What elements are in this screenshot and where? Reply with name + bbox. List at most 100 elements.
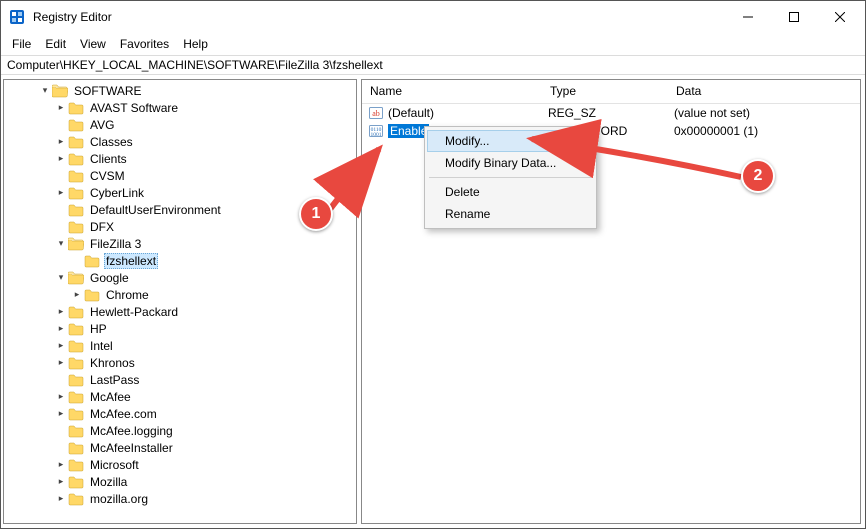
tree-item[interactable]: ▸ McAfee — [52, 388, 356, 405]
tree-item[interactable]: ▸AVAST Software — [52, 99, 356, 116]
tree-item-filezilla3[interactable]: ▾ FileZilla 3 — [52, 235, 356, 252]
tree-label: AVG — [88, 118, 116, 132]
tree-label: HP — [88, 322, 109, 336]
chevron-right-icon[interactable]: ▸ — [54, 135, 68, 149]
tree-label: DFX — [88, 220, 116, 234]
chevron-down-icon[interactable]: ▾ — [54, 271, 68, 285]
tree-item[interactable]: ▸ CyberLink — [52, 184, 356, 201]
menu-file[interactable]: File — [5, 35, 38, 53]
folder-open-icon — [68, 271, 84, 285]
chevron-down-icon[interactable]: ▾ — [38, 84, 52, 98]
context-menu-modify-binary[interactable]: Modify Binary Data... — [427, 152, 594, 174]
menu-help[interactable]: Help — [176, 35, 215, 53]
chevron-right-icon[interactable]: ▸ — [54, 475, 68, 489]
window-title: Registry Editor — [33, 10, 112, 24]
tree-label: FileZilla 3 — [88, 237, 143, 251]
folder-icon — [68, 356, 84, 370]
chevron-right-icon[interactable]: ▸ — [70, 288, 84, 302]
tree-label: McAfee.com — [88, 407, 159, 421]
menu-favorites[interactable]: Favorites — [113, 35, 176, 53]
chevron-right-icon[interactable]: ▸ — [54, 492, 68, 506]
chevron-right-icon[interactable]: ▸ — [54, 339, 68, 353]
tree-label: LastPass — [88, 373, 141, 387]
tree-item[interactable]: ▸Classes — [52, 133, 356, 150]
main-area: ▾ SOFTWARE ▸AVAST Software▸AVG▸Classes▸C… — [1, 75, 865, 528]
menubar: File Edit View Favorites Help — [1, 33, 865, 55]
chevron-right-icon[interactable]: ▸ — [54, 101, 68, 115]
value-name-label: (Default) — [388, 106, 434, 120]
maximize-button[interactable] — [771, 2, 817, 32]
svg-text:ab: ab — [372, 109, 380, 118]
context-menu-rename[interactable]: Rename — [427, 203, 594, 225]
app-icon — [9, 9, 25, 25]
tree-item[interactable]: ▸AVG — [52, 116, 356, 133]
tree-label-selected: fzshellext — [104, 253, 158, 269]
tree-label: Microsoft — [88, 458, 141, 472]
folder-icon — [84, 254, 100, 268]
chevron-right-icon[interactable]: ▸ — [54, 152, 68, 166]
reg-string-icon: ab — [368, 105, 384, 121]
close-button[interactable] — [817, 2, 863, 32]
tree-item[interactable]: ▸ McAfee.com — [52, 405, 356, 422]
tree-item[interactable]: ▸ Microsoft — [52, 456, 356, 473]
tree-item[interactable]: ▸ HP — [52, 320, 356, 337]
chevron-right-icon[interactable]: ▸ — [54, 322, 68, 336]
tree-item[interactable]: ▸ Intel — [52, 337, 356, 354]
chevron-down-icon[interactable]: ▾ — [54, 237, 68, 251]
folder-icon — [68, 152, 84, 166]
tree-item-software[interactable]: ▾ SOFTWARE — [36, 82, 356, 99]
tree-item-chrome[interactable]: ▸ Chrome — [68, 286, 356, 303]
minimize-button[interactable] — [725, 2, 771, 32]
tree-label: Mozilla — [88, 475, 129, 489]
tree-item-fzshellext[interactable]: ▸ fzshellext — [68, 252, 356, 269]
chevron-right-icon[interactable]: ▸ — [54, 390, 68, 404]
tree-item[interactable]: ▸Clients — [52, 150, 356, 167]
folder-icon — [68, 101, 84, 115]
context-menu: Modify... Modify Binary Data... Delete R… — [424, 126, 597, 229]
tree-item[interactable]: ▸CVSM — [52, 167, 356, 184]
tree-item[interactable]: ▸Hewlett-Packard — [52, 303, 356, 320]
chevron-right-icon[interactable]: ▸ — [54, 186, 68, 200]
chevron-right-icon[interactable]: ▸ — [54, 356, 68, 370]
folder-icon — [68, 169, 84, 183]
tree-label: Intel — [88, 339, 115, 353]
chevron-right-icon[interactable]: ▸ — [54, 458, 68, 472]
address-bar[interactable]: Computer\HKEY_LOCAL_MACHINE\SOFTWARE\Fil… — [1, 55, 865, 75]
tree-label: Chrome — [104, 288, 151, 302]
folder-icon — [68, 203, 84, 217]
folder-icon — [68, 118, 84, 132]
chevron-right-icon[interactable]: ▸ — [54, 305, 68, 319]
menu-view[interactable]: View — [73, 35, 113, 53]
tree-item[interactable]: ▸McAfee.logging — [52, 422, 356, 439]
tree-label: McAfeeInstaller — [88, 441, 175, 455]
tree-label: Google — [88, 271, 131, 285]
tree-label: Khronos — [88, 356, 137, 370]
tree-pane[interactable]: ▾ SOFTWARE ▸AVAST Software▸AVG▸Classes▸C… — [3, 79, 357, 524]
list-pane[interactable]: Name Type Data ab(Default)REG_SZ(value n… — [361, 79, 861, 524]
folder-icon — [68, 305, 84, 319]
reg-binary-icon: 01101001 — [368, 123, 384, 139]
tree-label: CyberLink — [88, 186, 146, 200]
menu-edit[interactable]: Edit — [38, 35, 73, 53]
context-menu-delete[interactable]: Delete — [427, 181, 594, 203]
tree-label: McAfee — [88, 390, 133, 404]
column-type[interactable]: Type — [542, 80, 668, 103]
chevron-right-icon[interactable]: ▸ — [54, 407, 68, 421]
tree-item[interactable]: ▸DFX — [52, 218, 356, 235]
tree-item[interactable]: ▸DefaultUserEnvironment — [52, 201, 356, 218]
folder-icon — [68, 475, 84, 489]
tree-item[interactable]: ▸McAfeeInstaller — [52, 439, 356, 456]
tree-item[interactable]: ▸mozilla.org — [52, 490, 356, 507]
tree-item[interactable]: ▸ Khronos — [52, 354, 356, 371]
menu-separator — [429, 177, 592, 178]
tree-item-google[interactable]: ▾ Google — [52, 269, 356, 286]
column-name[interactable]: Name — [362, 80, 542, 103]
column-data[interactable]: Data — [668, 80, 860, 103]
folder-open-icon — [68, 237, 84, 251]
tree-label: SOFTWARE — [72, 84, 144, 98]
tree-item[interactable]: ▸LastPass — [52, 371, 356, 388]
tree-item[interactable]: ▸ Mozilla — [52, 473, 356, 490]
folder-icon — [68, 339, 84, 353]
context-menu-modify[interactable]: Modify... — [427, 130, 594, 152]
list-row[interactable]: ab(Default)REG_SZ(value not set) — [362, 104, 860, 122]
